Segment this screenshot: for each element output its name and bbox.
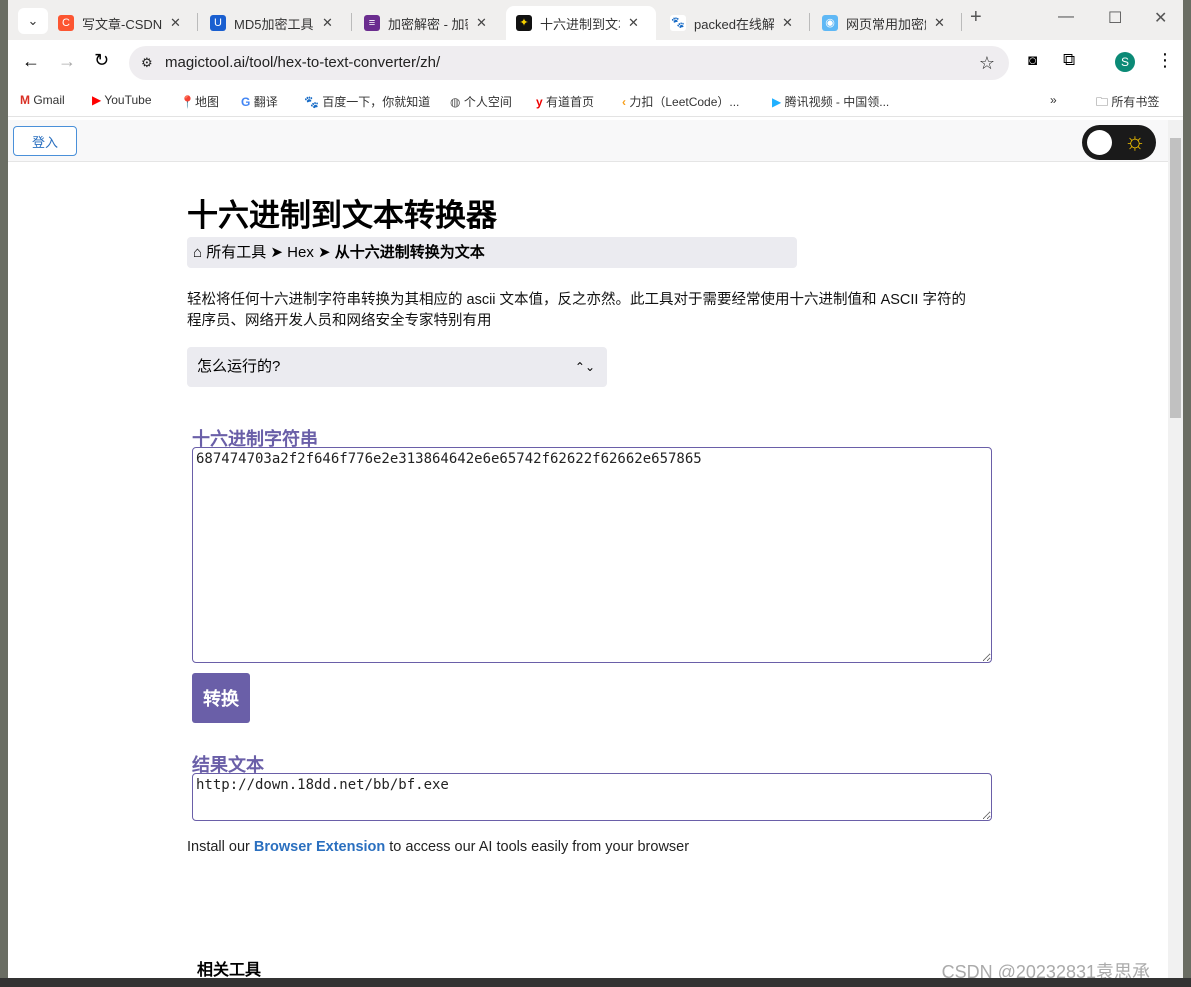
extension-icon[interactable]: ◙	[1028, 52, 1037, 69]
extension-promo: Install our Browser Extension to access …	[187, 839, 690, 855]
tab-title: 写文章-CSDN博客	[82, 16, 162, 32]
back-icon[interactable]: ←	[22, 51, 40, 72]
bookmark-youdao[interactable]: y 有道首页	[536, 93, 594, 110]
toolbar: ← → ↻ ⚙ magictool.ai/tool/hex-to-text-con…	[8, 40, 1183, 85]
reload-icon[interactable]: ↻	[94, 50, 109, 71]
related-tools-heading: 相关工具	[197, 962, 262, 978]
new-tab-icon[interactable]: +	[970, 6, 982, 29]
chevron-down-icon: ⌄	[27, 13, 39, 28]
bookmark-tencent[interactable]: ▶ 腾讯视频 - 中国领...	[772, 93, 889, 110]
close-icon[interactable]: ✕	[476, 15, 487, 31]
browser-window: ⌄ C 写文章-CSDN博客 ✕ U MD5加密工具 ✕ ≡ 加密解密 - 加密 ✕ ✦ 十六…	[8, 0, 1183, 978]
bookmark-baidu[interactable]: 🐾 百度一下，你就知道	[304, 93, 430, 110]
close-window-icon[interactable]: ✕	[1154, 8, 1167, 28]
close-icon[interactable]: ✕	[934, 15, 945, 31]
bookmark-translate[interactable]: G 翻译	[241, 93, 278, 110]
page-content: 登入 ☼ 十六进制到文本转换器 ⌂ 所有工具 ➤ Hex ➤ 从十六进制转换为文…	[8, 120, 1168, 978]
breadcrumb-separator: ➤	[270, 244, 283, 261]
site-settings-icon[interactable]: ⚙	[141, 46, 153, 80]
scrollbar[interactable]	[1168, 120, 1183, 978]
hex-input[interactable]: 687474703a2f2f646f776e2e313864642e6e6574…	[192, 447, 992, 663]
tab-title: 十六进制到文本	[540, 16, 620, 32]
site-header: 登入 ☼	[8, 120, 1168, 162]
tab-search-button[interactable]: ⌄	[18, 8, 48, 34]
site-icon: ◉	[822, 15, 838, 31]
theme-toggle[interactable]: ☼	[1082, 125, 1156, 160]
taskbar	[0, 978, 1191, 987]
bookmark-leetcode[interactable]: ‹ 力扣（LeetCode）...	[622, 93, 739, 110]
sun-icon: ☼	[1124, 128, 1146, 155]
bookmarks-bar: M Gmail ▶ YouTube 📍地图 G 翻译 🐾 百度一下，你就知道 ◍…	[8, 85, 1183, 117]
tab-title: 加密解密 - 加密	[388, 16, 468, 32]
menu-icon[interactable]: ⋮	[1156, 50, 1174, 71]
bookmark-youtube[interactable]: ▶ YouTube	[92, 93, 152, 107]
tab-2[interactable]: ≡ 加密解密 - 加密 ✕	[354, 6, 497, 40]
md5-icon: U	[210, 15, 226, 31]
bookmark-maps[interactable]: 📍地图	[180, 93, 219, 110]
minimize-icon[interactable]: —	[1058, 8, 1074, 26]
all-bookmarks[interactable]: 🗀 所有书签	[1096, 93, 1159, 114]
accordion-label: 怎么运行的?	[197, 358, 281, 375]
browser-extension-link[interactable]: Browser Extension	[254, 839, 385, 855]
breadcrumb-all-tools[interactable]: 所有工具	[206, 244, 266, 261]
close-icon[interactable]: ✕	[782, 15, 793, 31]
crypto-icon: ≡	[364, 15, 380, 31]
breadcrumb-separator: ➤	[318, 244, 331, 261]
url-text: magictool.ai/tool/hex-to-text-converter/…	[165, 54, 441, 71]
maximize-icon[interactable]: ☐	[1108, 8, 1122, 28]
baidu-icon: 🐾	[670, 15, 686, 31]
close-icon[interactable]: ✕	[322, 15, 333, 31]
tab-3-active[interactable]: ✦ 十六进制到文本 ✕	[506, 6, 656, 40]
tab-title: 网页常用加密解	[846, 16, 926, 32]
bookmark-space[interactable]: ◍ 个人空间	[450, 93, 512, 110]
tab-4[interactable]: 🐾 packed在线解密 ✕	[660, 6, 803, 40]
magictool-icon: ✦	[516, 15, 532, 31]
puzzle-icon[interactable]: ⧉	[1063, 50, 1075, 70]
breadcrumb-hex[interactable]: Hex	[287, 244, 314, 261]
close-icon[interactable]: ✕	[170, 15, 181, 31]
tab-1[interactable]: U MD5加密工具 ✕	[200, 6, 343, 40]
tab-title: MD5加密工具	[234, 16, 314, 32]
chevron-updown-icon: ⌃⌄	[574, 360, 595, 374]
how-it-works-accordion[interactable]: 怎么运行的? ⌃⌄	[187, 347, 607, 387]
convert-button[interactable]: 转换	[192, 673, 250, 723]
watermark: CSDN @20232831袁思承	[941, 962, 1150, 978]
description: 轻松将任何十六进制字符串转换为其相应的 ascii 文本值，反之亦然。此工具对于…	[187, 292, 966, 329]
forward-icon[interactable]: →	[58, 51, 76, 72]
tab-5[interactable]: ◉ 网页常用加密解 ✕	[812, 6, 955, 40]
address-bar[interactable]: ⚙ magictool.ai/tool/hex-to-text-converter…	[129, 46, 1009, 80]
breadcrumb: ⌂ 所有工具 ➤ Hex ➤ 从十六进制转换为文本	[187, 237, 797, 268]
close-icon[interactable]: ✕	[628, 15, 639, 31]
more-bookmarks-icon[interactable]: »	[1050, 93, 1057, 107]
csdn-icon: C	[58, 15, 74, 31]
page-title: 十六进制到文本转换器	[187, 198, 497, 233]
star-icon[interactable]: ☆	[979, 46, 995, 80]
avatar[interactable]: S	[1115, 52, 1135, 72]
result-output[interactable]: http://down.18dd.net/bb/bf.exe	[192, 773, 992, 821]
breadcrumb-current: 从十六进制转换为文本	[334, 244, 485, 261]
tab-0[interactable]: C 写文章-CSDN博客 ✕	[48, 6, 191, 40]
login-button[interactable]: 登入	[13, 126, 77, 156]
home-icon[interactable]: ⌂	[193, 244, 202, 261]
tab-strip: ⌄ C 写文章-CSDN博客 ✕ U MD5加密工具 ✕ ≡ 加密解密 - 加密 ✕ ✦ 十六…	[8, 0, 1183, 40]
bookmark-gmail[interactable]: M Gmail	[20, 93, 65, 107]
tab-title: packed在线解密	[694, 16, 774, 32]
